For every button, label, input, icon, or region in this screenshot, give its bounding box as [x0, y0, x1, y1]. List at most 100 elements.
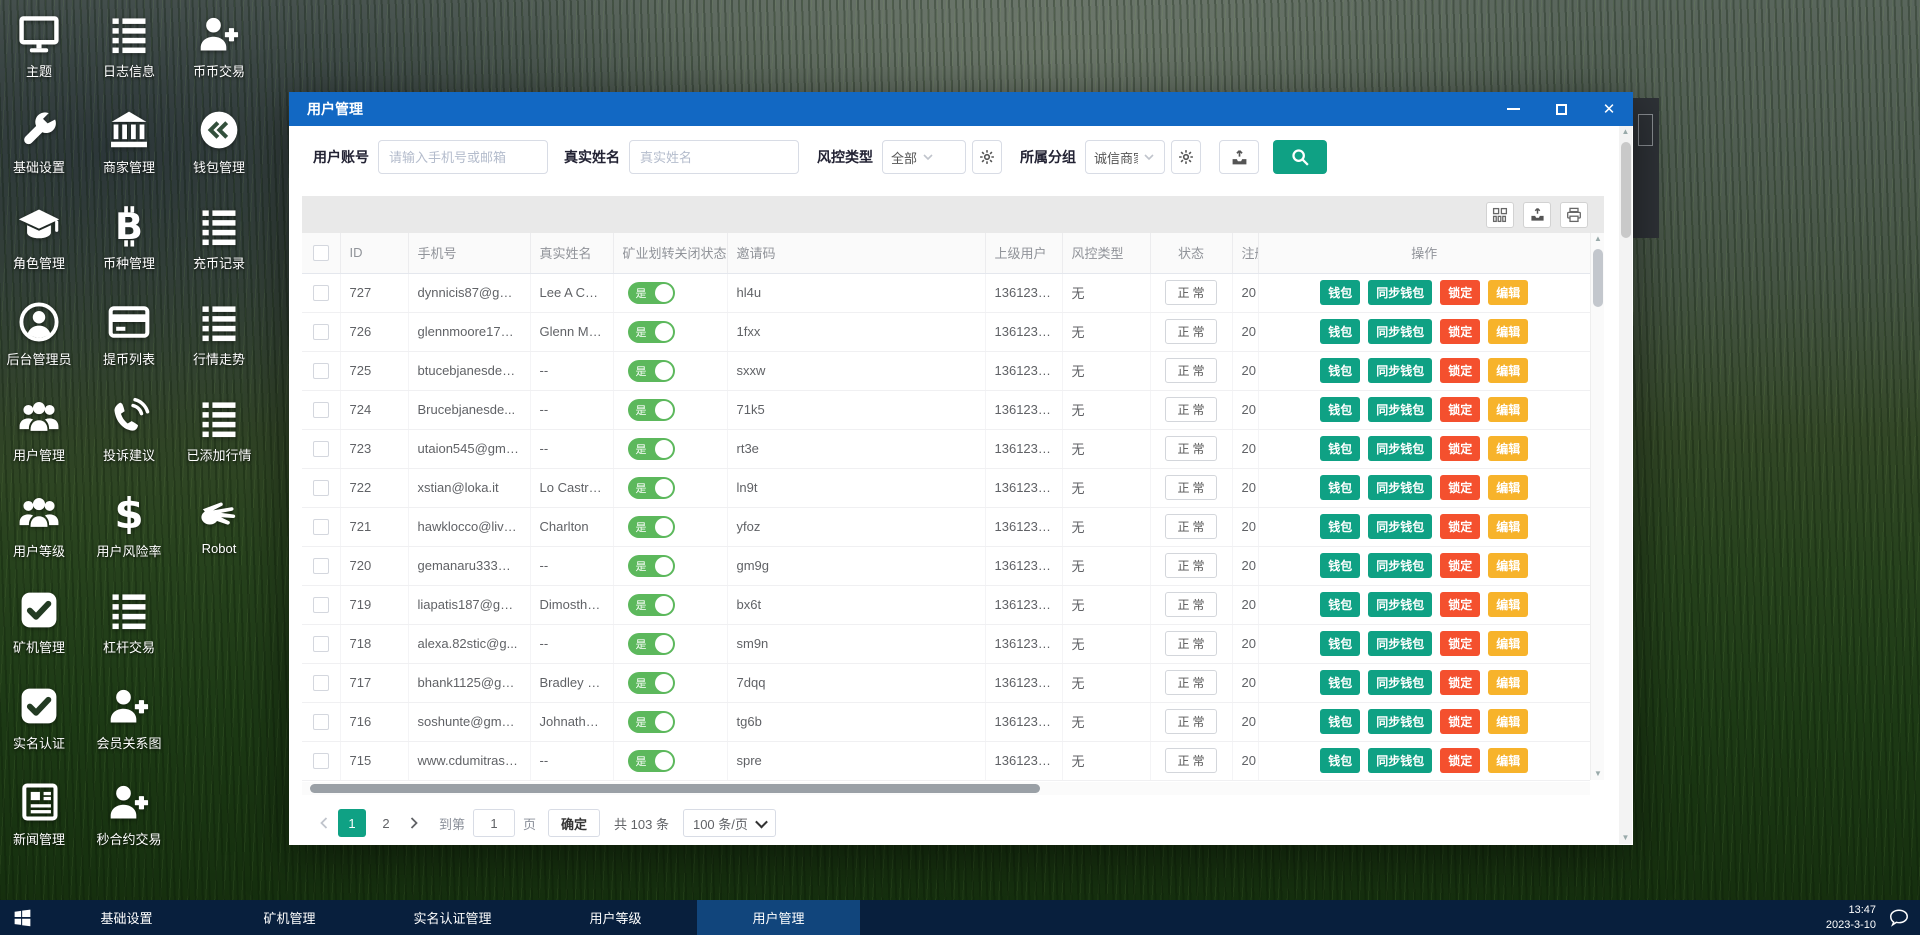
- row-checkbox[interactable]: [313, 597, 329, 613]
- desktop-icon-dollar[interactable]: 用户风险率: [84, 484, 174, 580]
- taskbar-item[interactable]: 矿机管理: [208, 900, 371, 935]
- action-lock-button[interactable]: 锁定: [1440, 436, 1480, 461]
- action-edit-button[interactable]: 编辑: [1488, 631, 1528, 656]
- mining-transfer-toggle[interactable]: 是: [628, 321, 675, 343]
- table-vscroll-thumb[interactable]: [1593, 249, 1603, 307]
- desktop-icon-list[interactable]: 日志信息: [84, 4, 174, 100]
- export-table-button[interactable]: [1523, 202, 1551, 228]
- scroll-up-arrow[interactable]: ▲: [1591, 233, 1605, 245]
- window-scrollbar[interactable]: ▲ ▼: [1619, 126, 1632, 844]
- action-lock-button[interactable]: 锁定: [1440, 748, 1480, 773]
- row-checkbox[interactable]: [313, 753, 329, 769]
- action-edit-button[interactable]: 编辑: [1488, 436, 1528, 461]
- row-checkbox[interactable]: [313, 519, 329, 535]
- desktop-icon-newspaper[interactable]: 新闻管理: [0, 772, 84, 868]
- action-lock-button[interactable]: 锁定: [1440, 397, 1480, 422]
- desktop-icon-person-plus[interactable]: 秒合约交易: [84, 772, 174, 868]
- mining-transfer-toggle[interactable]: 是: [628, 711, 675, 733]
- page-number-2[interactable]: 2: [372, 809, 400, 837]
- page-number-1[interactable]: 1: [338, 809, 366, 837]
- action-edit-button[interactable]: 编辑: [1488, 475, 1528, 500]
- minimize-button[interactable]: [1489, 92, 1537, 126]
- group-select[interactable]: 诚信商家: [1085, 140, 1165, 174]
- row-checkbox[interactable]: [313, 675, 329, 691]
- scroll-down-arrow[interactable]: ▼: [1591, 768, 1605, 780]
- taskbar-item[interactable]: 用户管理: [697, 900, 860, 935]
- risk-type-select[interactable]: 全部: [882, 140, 966, 174]
- action-edit-button[interactable]: 编辑: [1488, 319, 1528, 344]
- taskbar-item[interactable]: 实名认证管理: [371, 900, 534, 935]
- prev-page-button[interactable]: [313, 817, 335, 829]
- export-button[interactable]: [1219, 140, 1259, 174]
- row-checkbox[interactable]: [313, 558, 329, 574]
- action-wallet-button[interactable]: 钱包: [1320, 553, 1360, 578]
- action-sync-wallet-button[interactable]: 同步钱包: [1368, 280, 1432, 305]
- action-wallet-button[interactable]: 钱包: [1320, 436, 1360, 461]
- desktop-icon-list[interactable]: 充币记录: [174, 196, 264, 292]
- action-sync-wallet-button[interactable]: 同步钱包: [1368, 709, 1432, 734]
- desktop-icon-bank[interactable]: 商家管理: [84, 100, 174, 196]
- action-edit-button[interactable]: 编辑: [1488, 592, 1528, 617]
- mining-transfer-toggle[interactable]: 是: [628, 594, 675, 616]
- per-page-select[interactable]: 100 条/页: [683, 809, 776, 837]
- action-sync-wallet-button[interactable]: 同步钱包: [1368, 748, 1432, 773]
- desktop-icon-credit-card[interactable]: 提币列表: [84, 292, 174, 388]
- desktop-icon-hand[interactable]: Robot: [174, 484, 264, 580]
- mining-transfer-toggle[interactable]: 是: [628, 672, 675, 694]
- action-lock-button[interactable]: 锁定: [1440, 358, 1480, 383]
- table-hscroll-thumb[interactable]: [310, 784, 1040, 793]
- action-sync-wallet-button[interactable]: 同步钱包: [1368, 670, 1432, 695]
- action-lock-button[interactable]: 锁定: [1440, 631, 1480, 656]
- next-page-button[interactable]: [403, 817, 425, 829]
- print-button[interactable]: [1560, 202, 1588, 228]
- taskbar-clock[interactable]: 13:47 2023-3-10: [1826, 903, 1876, 933]
- action-edit-button[interactable]: 编辑: [1488, 280, 1528, 305]
- action-wallet-button[interactable]: 钱包: [1320, 319, 1360, 344]
- mining-transfer-toggle[interactable]: 是: [628, 633, 675, 655]
- window-scroll-up-arrow[interactable]: ▲: [1619, 126, 1632, 138]
- select-all-checkbox[interactable]: [313, 245, 329, 261]
- mining-transfer-toggle[interactable]: 是: [628, 477, 675, 499]
- action-wallet-button[interactable]: 钱包: [1320, 397, 1360, 422]
- desktop-icon-list[interactable]: 杠杆交易: [84, 580, 174, 676]
- row-checkbox[interactable]: [313, 363, 329, 379]
- goto-page-input[interactable]: [473, 809, 515, 837]
- action-lock-button[interactable]: 锁定: [1440, 670, 1480, 695]
- table-horizontal-scrollbar[interactable]: [302, 782, 1590, 795]
- action-sync-wallet-button[interactable]: 同步钱包: [1368, 319, 1432, 344]
- action-sync-wallet-button[interactable]: 同步钱包: [1368, 358, 1432, 383]
- row-checkbox[interactable]: [313, 636, 329, 652]
- start-button[interactable]: [0, 900, 45, 935]
- action-edit-button[interactable]: 编辑: [1488, 670, 1528, 695]
- group-settings-button[interactable]: [1171, 140, 1201, 174]
- row-checkbox[interactable]: [313, 480, 329, 496]
- action-lock-button[interactable]: 锁定: [1440, 280, 1480, 305]
- confirm-button[interactable]: 确定: [548, 809, 600, 837]
- mining-transfer-toggle[interactable]: 是: [628, 399, 675, 421]
- taskbar-item[interactable]: 用户等级: [534, 900, 697, 935]
- action-sync-wallet-button[interactable]: 同步钱包: [1368, 436, 1432, 461]
- action-lock-button[interactable]: 锁定: [1440, 553, 1480, 578]
- action-sync-wallet-button[interactable]: 同步钱包: [1368, 514, 1432, 539]
- table-vertical-scrollbar[interactable]: ▲ ▼: [1590, 233, 1604, 780]
- chat-bubble-icon[interactable]: [1888, 907, 1910, 929]
- close-button[interactable]: ✕: [1585, 92, 1633, 126]
- desktop-icon-list[interactable]: 已添加行情: [174, 388, 264, 484]
- mining-transfer-toggle[interactable]: 是: [628, 360, 675, 382]
- risk-settings-button[interactable]: [972, 140, 1002, 174]
- action-edit-button[interactable]: 编辑: [1488, 553, 1528, 578]
- desktop-icon-grad-cap[interactable]: 角色管理: [0, 196, 84, 292]
- desktop-icon-wrench[interactable]: 基础设置: [0, 100, 84, 196]
- action-lock-button[interactable]: 锁定: [1440, 319, 1480, 344]
- mining-transfer-toggle[interactable]: 是: [628, 438, 675, 460]
- search-button[interactable]: [1273, 140, 1327, 174]
- desktop-icon-monitor[interactable]: 主题: [0, 4, 84, 100]
- action-wallet-button[interactable]: 钱包: [1320, 280, 1360, 305]
- row-checkbox[interactable]: [313, 324, 329, 340]
- action-lock-button[interactable]: 锁定: [1440, 709, 1480, 734]
- action-sync-wallet-button[interactable]: 同步钱包: [1368, 631, 1432, 656]
- action-wallet-button[interactable]: 钱包: [1320, 709, 1360, 734]
- account-input[interactable]: [378, 140, 548, 174]
- maximize-button[interactable]: [1537, 92, 1585, 126]
- desktop-icon-bitcoin[interactable]: 币种管理: [84, 196, 174, 292]
